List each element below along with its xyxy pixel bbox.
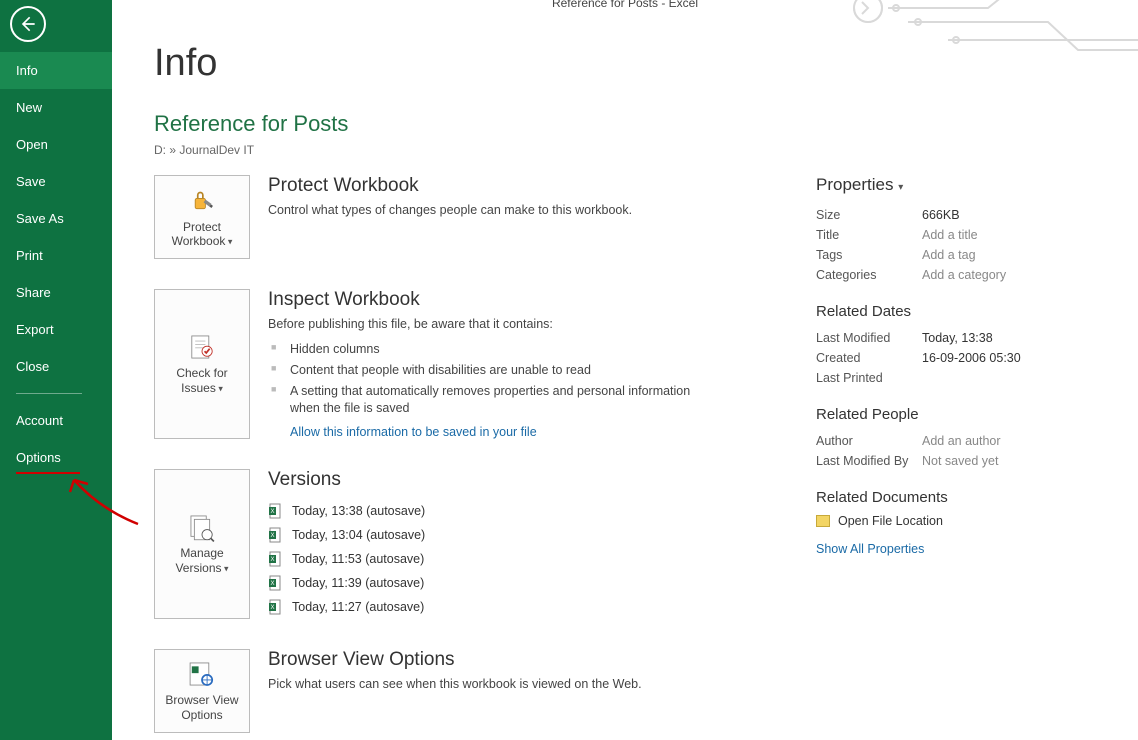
nav-item-save-as[interactable]: Save As <box>0 200 112 237</box>
svg-text:X: X <box>270 581 274 587</box>
check-for-issues-button[interactable]: Check for Issues ▾ <box>154 289 250 439</box>
back-button[interactable] <box>10 6 46 42</box>
main-area: Reference for Posts - Excel Info Referen… <box>112 0 1138 740</box>
nav-item-open[interactable]: Open <box>0 126 112 163</box>
svg-text:X: X <box>270 557 274 563</box>
document-title: Reference for Posts <box>154 111 1138 137</box>
related-dates-heading: Related Dates <box>816 303 1126 320</box>
inspect-bullets: Hidden columns Content that people with … <box>268 339 708 419</box>
chevron-down-icon: ▾ <box>222 563 229 573</box>
inspect-desc: Before publishing this file, be aware th… <box>268 317 708 331</box>
watermark-icon <box>848 0 1138 93</box>
version-item[interactable]: X Today, 13:04 (autosave) <box>268 523 425 547</box>
properties-heading[interactable]: Properties ▾ <box>816 175 1126 195</box>
document-path: D: » JournalDev IT <box>154 143 1138 157</box>
excel-file-icon: X <box>268 575 284 591</box>
lock-icon <box>185 186 219 216</box>
property-row-last-modified: Last ModifiedToday, 13:38 <box>816 328 1126 348</box>
nav-item-close[interactable]: Close <box>0 348 112 385</box>
excel-file-icon: X <box>268 599 284 615</box>
versions-title: Versions <box>268 469 425 491</box>
excel-file-icon: X <box>268 551 284 567</box>
window-title: Reference for Posts - Excel <box>552 0 698 10</box>
inspect-bullet: Content that people with disabilities ar… <box>268 360 708 381</box>
protect-workbook-button[interactable]: Protect Workbook ▾ <box>154 175 250 259</box>
nav-item-print[interactable]: Print <box>0 237 112 274</box>
protect-workbook-button-label: Protect Workbook <box>172 220 226 248</box>
inspect-bullet: Hidden columns <box>268 339 708 360</box>
version-item[interactable]: X Today, 11:39 (autosave) <box>268 571 425 595</box>
nav-item-export[interactable]: Export <box>0 311 112 348</box>
nav-item-new[interactable]: New <box>0 89 112 126</box>
nav-item-save[interactable]: Save <box>0 163 112 200</box>
svg-text:X: X <box>270 509 274 515</box>
excel-file-icon: X <box>268 527 284 543</box>
browser-view-options-button-label: Browser View Options <box>165 693 238 721</box>
version-item[interactable]: X Today, 11:53 (autosave) <box>268 547 425 571</box>
version-label: Today, 11:39 (autosave) <box>292 576 424 590</box>
chevron-down-icon: ▾ <box>898 182 903 193</box>
manage-versions-button-label: Manage Versions <box>175 546 223 574</box>
svg-text:X: X <box>270 605 274 611</box>
nav-list: Info New Open Save Save As Print Share E… <box>0 52 112 474</box>
chevron-down-icon: ▾ <box>225 236 232 246</box>
property-row-last-printed: Last Printed <box>816 368 1126 388</box>
checklist-icon <box>185 332 219 362</box>
inspect-title: Inspect Workbook <box>268 289 708 311</box>
property-row-title[interactable]: TitleAdd a title <box>816 225 1126 245</box>
version-label: Today, 13:38 (autosave) <box>292 504 425 518</box>
property-row-tags[interactable]: TagsAdd a tag <box>816 245 1126 265</box>
nav-item-info[interactable]: Info <box>0 52 112 89</box>
versions-icon <box>185 512 219 542</box>
browser-view-desc: Pick what users can see when this workbo… <box>268 677 642 691</box>
backstage-sidebar: Info New Open Save Save As Print Share E… <box>0 0 112 740</box>
property-row-last-modified-by: Last Modified ByNot saved yet <box>816 451 1126 471</box>
open-file-location-link[interactable]: Open File Location <box>816 514 1126 528</box>
property-row-created: Created16-09-2006 05:30 <box>816 348 1126 368</box>
nav-item-options[interactable]: Options <box>0 439 112 476</box>
folder-icon <box>816 515 830 527</box>
excel-file-icon: X <box>268 503 284 519</box>
version-label: Today, 11:53 (autosave) <box>292 552 424 566</box>
protect-title: Protect Workbook <box>268 175 632 197</box>
browser-view-icon <box>185 659 219 689</box>
version-item[interactable]: X Today, 11:27 (autosave) <box>268 595 425 619</box>
manage-versions-button[interactable]: Manage Versions ▾ <box>154 469 250 619</box>
show-all-properties-link[interactable]: Show All Properties <box>816 542 924 556</box>
nav-item-share[interactable]: Share <box>0 274 112 311</box>
versions-list: X Today, 13:38 (autosave) X Today, 13:04 (… <box>268 499 425 619</box>
related-people-heading: Related People <box>816 406 1126 423</box>
inspect-bullet: A setting that automatically removes pro… <box>268 381 708 419</box>
property-row-size: Size666KB <box>816 205 1126 225</box>
chevron-down-icon: ▾ <box>216 383 223 393</box>
nav-item-account[interactable]: Account <box>0 402 112 439</box>
browser-view-options-button[interactable]: Browser View Options <box>154 649 250 733</box>
nav-separator <box>16 393 82 394</box>
version-item[interactable]: X Today, 13:38 (autosave) <box>268 499 425 523</box>
version-label: Today, 11:27 (autosave) <box>292 600 424 614</box>
allow-info-link[interactable]: Allow this information to be saved in yo… <box>290 425 537 439</box>
property-row-categories[interactable]: CategoriesAdd a category <box>816 265 1126 285</box>
related-documents-heading: Related Documents <box>816 489 1126 506</box>
browser-view-title: Browser View Options <box>268 649 642 671</box>
property-row-author[interactable]: AuthorAdd an author <box>816 431 1126 451</box>
annotation-underline <box>16 472 80 474</box>
back-arrow-icon <box>18 14 38 34</box>
svg-text:X: X <box>270 533 274 539</box>
protect-desc: Control what types of changes people can… <box>268 203 632 217</box>
version-label: Today, 13:04 (autosave) <box>292 528 425 542</box>
